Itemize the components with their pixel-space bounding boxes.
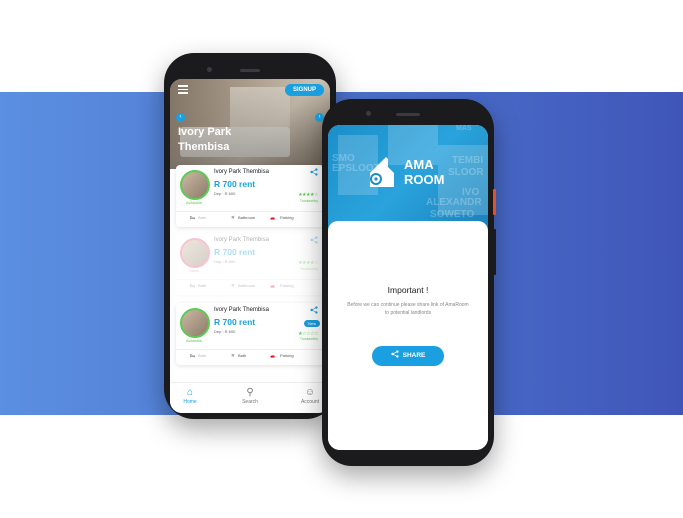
listing-deposit: Dep : R 600 [214, 259, 236, 264]
amenity-label: Parking [280, 215, 294, 220]
splash-background: SMO EPSLOOT TEMBI SLOOR IVO ALEXANDR SOW… [328, 125, 488, 235]
rating-stars: ★★★★☆ [298, 192, 318, 198]
amenities-row: 🛏 Bath 🚿 Bathroom 🚗 Parking [176, 279, 324, 290]
prev-arrow-icon[interactable]: ‹ [176, 113, 185, 122]
dialog-title: Important ! [387, 285, 429, 295]
menu-icon[interactable] [178, 85, 188, 96]
share-icon[interactable] [310, 236, 318, 244]
listing-thumbnail [180, 170, 210, 200]
bg-word: SOWETO [430, 209, 475, 220]
bathroom-icon: 🚿 [230, 215, 235, 220]
listing-name: Ivory Park Thembisa [214, 169, 269, 175]
availability-label: Available [185, 200, 203, 205]
amenities-row: 🛏 Bath 🚿 Bathroom 🚗 Parking [176, 211, 324, 222]
bottom-tab-bar: ⌂ Home ⚲ Search ☺ Account [170, 382, 330, 413]
amenity-label: Bathroom [238, 215, 256, 220]
listing-rent: R 700 rent [214, 317, 256, 327]
amenity-label: Bathroom [238, 283, 256, 288]
availability-label: Taken [188, 268, 200, 273]
share-icon[interactable] [310, 168, 318, 176]
amenity-label: Bath [238, 353, 247, 358]
home-screen: SIGNUP ‹ › Ivory Park Thembisa Available… [170, 79, 330, 413]
earpiece-speaker [396, 113, 420, 116]
listing-thumbnail [180, 308, 210, 338]
hero-title: Ivory Park Thembisa [178, 126, 232, 153]
parking-icon: 🚗 [270, 215, 275, 220]
bath-icon: 🛏 [190, 283, 196, 288]
signup-button[interactable]: SIGNUP [284, 84, 324, 96]
share-screen: SMO EPSLOOT TEMBI SLOOR IVO ALEXANDR SOW… [328, 125, 488, 450]
amenity-label: Parking [280, 283, 294, 288]
rating-label: Trustworthy [299, 337, 318, 341]
listing-name: Ivory Park Thembisa [214, 237, 269, 243]
share-button[interactable]: SHARE [372, 346, 444, 366]
amenities-row: 🛏 Bath 🚿 Bath 🚗 Parking [176, 349, 324, 360]
tab-home[interactable]: ⌂ Home [170, 387, 210, 405]
rating-label: Trustworthy [299, 267, 318, 271]
phone-home: SIGNUP ‹ › Ivory Park Thembisa Available… [164, 53, 336, 419]
house-pin-icon [370, 157, 394, 187]
amenity-label: Bath [198, 353, 207, 358]
search-icon: ⚲ [246, 387, 254, 398]
bath-icon: 🛏 [190, 215, 196, 220]
new-badge: New [303, 320, 320, 327]
listing-rent: R 700 rent [214, 179, 256, 189]
front-camera [207, 67, 212, 72]
tab-label: Account [300, 399, 320, 405]
listing-deposit: Dep : R 600 [214, 191, 236, 196]
dialog-message: Before we can continue please share link… [347, 302, 469, 316]
home-icon: ⌂ [186, 387, 194, 398]
listing-card[interactable]: Available Ivory Park Thembisa R 700 rent… [176, 303, 324, 365]
bath-icon: 🛏 [190, 353, 196, 358]
earpiece-speaker [240, 69, 260, 72]
listing-card[interactable]: Taken Ivory Park Thembisa R 700 rent Dep… [176, 233, 324, 295]
rating-label: Trustworthy [299, 199, 318, 203]
tab-label: Home [183, 399, 197, 405]
amenity-label: Bath [198, 283, 207, 288]
phone-share: SMO EPSLOOT TEMBI SLOOR IVO ALEXANDR SOW… [322, 99, 496, 466]
share-dialog: Important ! Before we can continue pleas… [328, 221, 488, 450]
amenity-label: Parking [280, 353, 294, 358]
bg-word: ALEXANDR [426, 197, 482, 208]
listing-deposit: Dep : R 600 [214, 329, 236, 334]
bathroom-icon: 🚿 [230, 283, 235, 288]
logo-text: AMA ROOM [404, 157, 445, 187]
listing-rent: R 700 rent [214, 247, 256, 257]
amaroom-logo: AMA ROOM [366, 157, 444, 196]
parking-icon: 🚗 [270, 283, 275, 288]
front-camera [366, 111, 371, 116]
share-icon[interactable] [310, 306, 318, 314]
hero-image: SIGNUP ‹ › Ivory Park Thembisa [170, 79, 330, 174]
bathroom-icon: 🚿 [230, 353, 235, 358]
tab-label: Search [242, 399, 258, 405]
availability-label: Available [185, 338, 203, 343]
tab-search[interactable]: ⚲ Search [230, 387, 270, 405]
listing-thumbnail [180, 238, 210, 268]
parking-icon: 🚗 [270, 353, 275, 358]
bg-word: MAS [456, 125, 472, 132]
share-icon [391, 350, 399, 358]
listing-name: Ivory Park Thembisa [214, 307, 269, 313]
amenity-label: Bath [198, 215, 207, 220]
side-button [493, 229, 496, 275]
listing-card[interactable]: Available Ivory Park Thembisa R 700 rent… [176, 165, 324, 227]
rating-stars: ★★★★☆ [298, 260, 318, 266]
share-button-label: SHARE [402, 352, 426, 359]
side-button [493, 189, 496, 215]
